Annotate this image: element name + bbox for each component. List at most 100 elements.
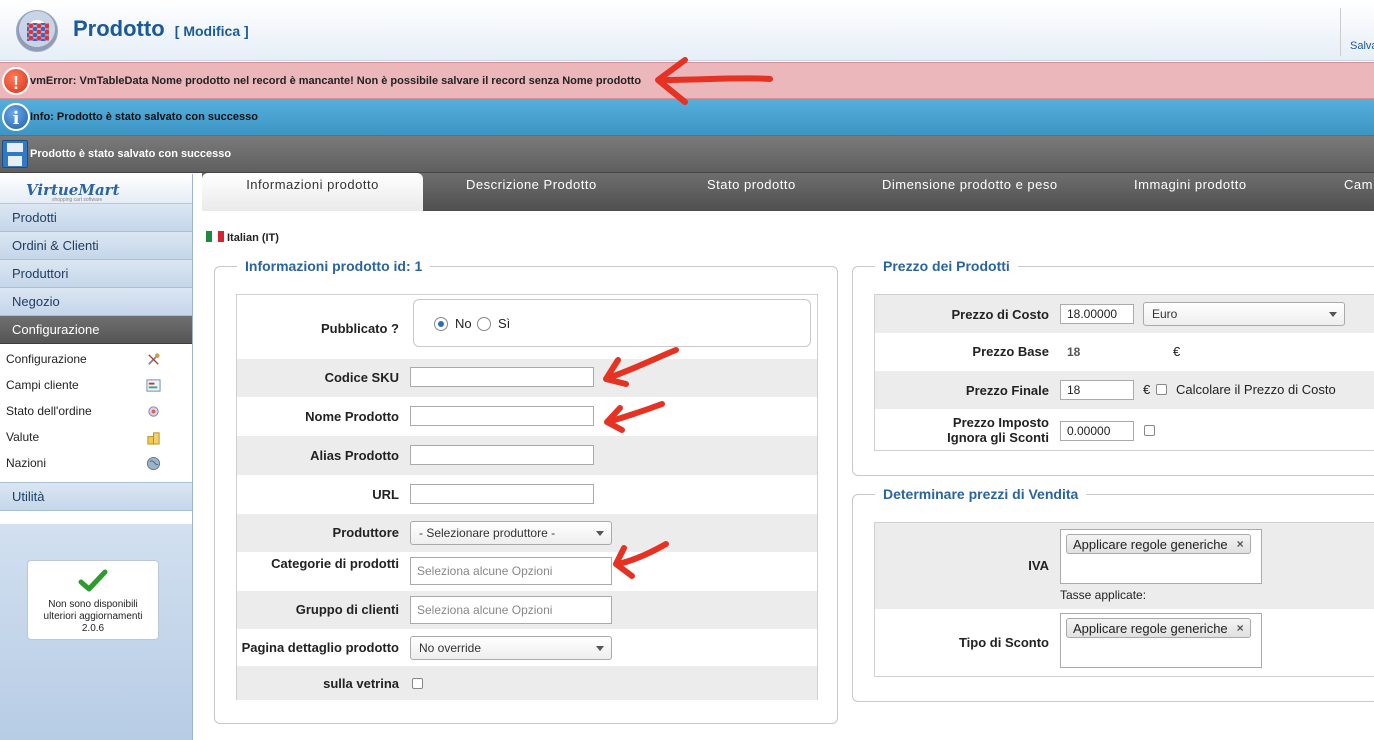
product-info-fieldset: Informazioni prodotto id: 1 Pubblicato ?… xyxy=(214,258,838,724)
chevron-down-icon xyxy=(596,531,604,536)
sale-prices-legend: Determinare prezzi di Vendita xyxy=(875,486,1087,502)
italian-flag-icon xyxy=(206,231,224,242)
vat-tag-label: Applicare regole generiche xyxy=(1073,537,1228,552)
submenu-item-campi-cliente[interactable]: Campi cliente xyxy=(0,372,192,398)
tab-immagini-prodotto[interactable]: Immagini prodotto xyxy=(1134,173,1247,211)
table-row: Prezzo di Costo 18.00000 Euro xyxy=(875,295,1374,333)
annotation-arrow-categories xyxy=(613,541,669,579)
sidebar-item-ordini-clienti[interactable]: Ordini & Clienti xyxy=(0,232,192,260)
error-message-text: vmError: VmTableData Nome prodotto nel r… xyxy=(30,75,642,87)
customer-group-input[interactable]: Seleziona alcune Opzioni xyxy=(410,596,612,624)
close-icon[interactable]: × xyxy=(1237,621,1244,635)
published-yes-radio[interactable] xyxy=(477,317,491,331)
joomla-logo-icon xyxy=(16,10,58,52)
page-title: Prodotto [ Modifica ] xyxy=(73,16,249,42)
submenu-item-stato-ordine[interactable]: Stato dell'ordine xyxy=(0,398,192,424)
categories-label: Categorie di prodotti xyxy=(271,556,399,571)
cost-price-input[interactable]: 18.00000 xyxy=(1060,304,1134,324)
tools-icon xyxy=(148,353,160,365)
error-icon: ! xyxy=(2,67,30,95)
sidebar-item-produttori[interactable]: Produttori xyxy=(0,260,192,288)
discount-tag: Applicare regole generiche × xyxy=(1066,618,1251,638)
product-prices-fieldset: Prezzo dei Prodotti Prezzo di Costo 18.0… xyxy=(852,258,1374,476)
override-price-label-line1: Prezzo Imposto xyxy=(952,415,1049,430)
table-row: Nome Prodotto xyxy=(237,397,817,436)
table-row: Categorie di prodotti Seleziona alcune O… xyxy=(237,552,817,591)
table-row: Alias Prodotto xyxy=(237,436,817,475)
prices-table: Prezzo di Costo 18.00000 Euro Prezzo Bas… xyxy=(874,294,1374,451)
update-status-box: Non sono disponibili ulteriori aggiornam… xyxy=(27,560,159,640)
currency-select-value: Euro xyxy=(1152,307,1178,321)
table-row: Prezzo Finale 18 € Calcolare il Prezzo d… xyxy=(875,371,1374,409)
product-name-input[interactable] xyxy=(410,406,594,426)
update-status-line1: Non sono disponibili xyxy=(48,599,138,610)
tab-informazioni-prodotto[interactable]: Informazioni prodotto xyxy=(202,173,423,211)
override-price-label-line2: Ignora gli Sconti xyxy=(947,430,1049,445)
submenu-item-configurazione[interactable]: Configurazione xyxy=(0,346,192,372)
detail-page-select-value: No override xyxy=(419,641,482,655)
discount-tag-input[interactable]: Applicare regole generiche × xyxy=(1060,613,1262,668)
override-price-input[interactable]: 0.00000 xyxy=(1060,421,1134,441)
coins-icon xyxy=(147,432,160,445)
manufacturer-select[interactable]: - Selezionare produttore - xyxy=(410,521,612,545)
currency-select[interactable]: Euro xyxy=(1143,302,1345,326)
alias-input[interactable] xyxy=(410,445,594,465)
published-options: No Sì xyxy=(413,299,811,347)
product-info-table: Pubblicato ? No Sì Codice SKU Nome Prodo… xyxy=(236,294,818,700)
vat-tag-input[interactable]: Applicare regole generiche × xyxy=(1060,529,1262,584)
showcase-checkbox[interactable] xyxy=(412,678,423,689)
customer-group-label: Gruppo di clienti xyxy=(295,602,399,617)
page-title-text: Prodotto xyxy=(73,16,165,41)
virtuemart-logo: VirtueMart shopping cart software xyxy=(0,174,192,204)
sku-input[interactable] xyxy=(410,367,594,387)
submenu-item-label: Configurazione xyxy=(6,352,87,366)
published-yes-label: Sì xyxy=(498,316,511,331)
submenu-item-label: Campi cliente xyxy=(6,378,79,392)
submenu-item-valute[interactable]: Valute xyxy=(0,424,192,450)
discount-tag-label: Applicare regole generiche xyxy=(1073,621,1228,636)
sidebar-item-prodotti[interactable]: Prodotti xyxy=(0,204,192,232)
calc-cost-checkbox[interactable] xyxy=(1156,384,1167,395)
language-indicator: Italian (IT) xyxy=(206,231,279,244)
base-price-currency: € xyxy=(1173,344,1181,359)
globe-icon xyxy=(146,456,161,471)
sidebar-item-utilita[interactable]: Utilità xyxy=(0,483,192,511)
sidebar-item-configurazione[interactable]: Configurazione xyxy=(0,316,192,344)
url-label: URL xyxy=(372,487,399,502)
cost-price-label: Prezzo di Costo xyxy=(951,307,1049,322)
categories-input[interactable]: Seleziona alcune Opzioni xyxy=(410,557,612,585)
submenu-item-nazioni[interactable]: Nazioni xyxy=(0,450,192,476)
status-icon xyxy=(148,406,159,417)
published-no-radio[interactable] xyxy=(434,317,448,331)
close-icon[interactable]: × xyxy=(1237,537,1244,551)
form-icon xyxy=(146,379,161,392)
final-price-currency: € xyxy=(1143,382,1151,397)
url-input[interactable] xyxy=(410,484,594,504)
table-row: Prezzo Base 18 € xyxy=(875,333,1374,371)
detail-page-label: Pagina dettaglio prodotto xyxy=(241,640,399,655)
toolbar-divider xyxy=(1340,8,1341,56)
sku-label: Codice SKU xyxy=(324,370,399,385)
sidebar-item-negozio[interactable]: Negozio xyxy=(0,288,192,316)
tab-stato-prodotto[interactable]: Stato prodotto xyxy=(707,173,796,211)
table-row: Pagina dettaglio prodotto No override xyxy=(237,629,817,666)
detail-page-select[interactable]: No override xyxy=(410,636,612,660)
vat-tag: Applicare regole generiche × xyxy=(1066,534,1251,554)
final-price-input[interactable]: 18 xyxy=(1060,380,1134,400)
tab-cam[interactable]: Cam xyxy=(1344,173,1373,211)
annotation-arrow-error xyxy=(655,57,773,105)
alias-label: Alias Prodotto xyxy=(310,448,399,463)
table-row: Prezzo Imposto Ignora gli Sconti 0.00000 xyxy=(875,409,1374,452)
table-row: IVA Applicare regole generiche × Tasse a… xyxy=(875,523,1374,609)
tab-descrizione-prodotto[interactable]: Descrizione Prodotto xyxy=(466,173,597,211)
base-price-value: 18 xyxy=(1060,342,1166,362)
annotation-arrow-name xyxy=(604,401,665,433)
save-button[interactable]: Salva xyxy=(1350,40,1374,52)
table-row: Codice SKU xyxy=(237,359,817,397)
checkmark-icon xyxy=(78,569,108,592)
info-icon: i xyxy=(2,103,30,131)
tab-dimensione-peso[interactable]: Dimensione prodotto e peso xyxy=(882,173,1058,211)
table-row: sulla vetrina xyxy=(237,666,817,700)
vat-label: IVA xyxy=(1028,558,1049,573)
override-checkbox[interactable] xyxy=(1144,425,1155,436)
